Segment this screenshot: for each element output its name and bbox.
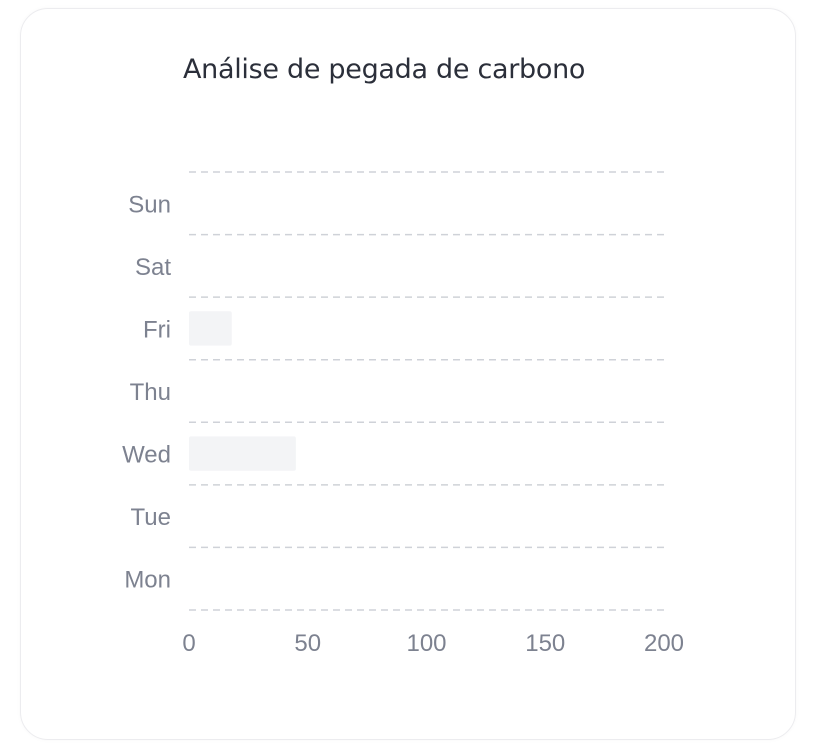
y-tick-label: Sun <box>128 191 171 218</box>
bar-fri <box>189 311 232 346</box>
y-tick-label: Mon <box>124 567 171 594</box>
y-axis-tick-labels: Sun Sat Fri Thu Wed Tue Mon <box>122 191 171 593</box>
x-axis-tick-labels: 0 50 100 150 200 <box>182 630 684 657</box>
x-tick-label: 100 <box>406 630 446 657</box>
y-tick-label: Fri <box>143 316 171 343</box>
x-tick-label: 150 <box>525 630 565 657</box>
x-tick-label: 0 <box>182 630 195 657</box>
bar-wed <box>189 436 296 471</box>
grid-lines <box>189 171 664 611</box>
bar-chart: Sun Sat Fri Thu Wed Tue Mon 0 50 100 150 200 <box>122 171 684 657</box>
y-tick-label: Sat <box>135 254 171 281</box>
y-tick-label: Thu <box>130 379 171 406</box>
y-tick-label: Tue <box>131 504 171 531</box>
bars <box>189 311 296 471</box>
x-tick-label: 50 <box>294 630 321 657</box>
x-tick-label: 200 <box>644 630 684 657</box>
y-tick-label: Wed <box>122 442 171 469</box>
